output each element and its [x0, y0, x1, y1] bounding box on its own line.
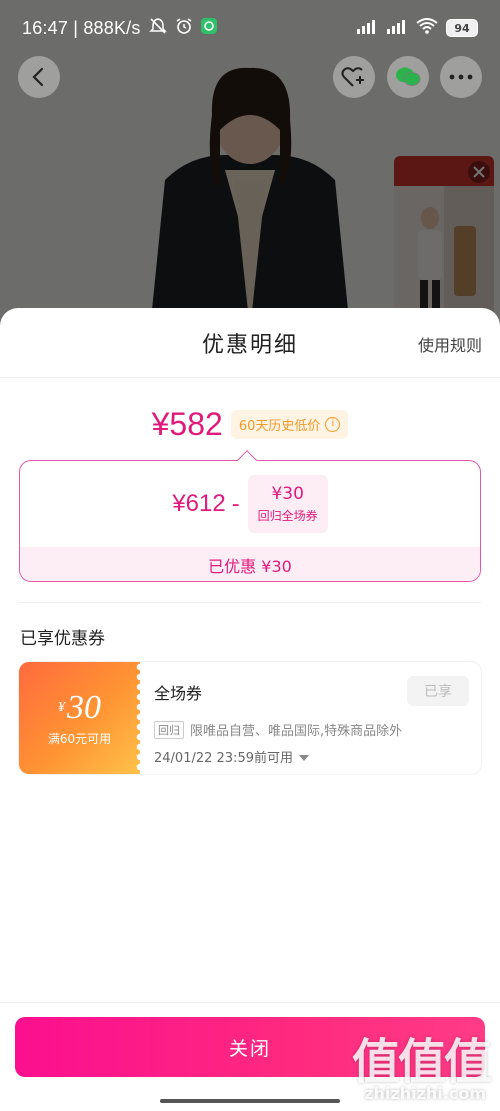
divider: [19, 602, 481, 603]
coupon-currency: ¥: [58, 699, 65, 715]
discount-detail-sheet: 优惠明细 使用规则 ¥582 60天历史低价 i ¥612 - ¥30 回归全场…: [0, 308, 500, 1111]
heart-plus-icon: [341, 67, 364, 87]
home-indicator[interactable]: [160, 1099, 340, 1103]
watermark-logo: 值值值: [351, 1034, 492, 1090]
applied-coupons-title: 已享优惠券: [20, 629, 105, 649]
chevron-left-icon: [32, 67, 44, 87]
signal-icon-2: [386, 18, 408, 39]
coupon-tag: 回归: [154, 720, 184, 739]
coupon-status-button[interactable]: 已享: [407, 676, 469, 706]
coupon-expiry: 24/01/22 23:59前可用: [154, 751, 293, 766]
battery-icon: 94: [446, 19, 478, 37]
coupon-expiry-row[interactable]: 24/01/22 23:59前可用: [154, 747, 467, 766]
watermark-url: zhizhizhi.com: [364, 1084, 486, 1103]
final-price: ¥582: [151, 406, 223, 442]
minus-sign: -: [231, 491, 240, 517]
wechat-share-button[interactable]: [387, 56, 429, 98]
low-price-badge-label: 60天历史低价: [238, 419, 321, 434]
sheet-title: 优惠明细: [201, 332, 298, 358]
original-price: ¥612: [172, 490, 226, 517]
coupon-description: 限唯品自营、唯品国际,特殊商品除外: [190, 724, 403, 739]
coupon-value: ¥30: [58, 688, 101, 726]
coupon-deduction-label: 回归全场券: [257, 509, 318, 523]
low-price-badge[interactable]: 60天历史低价 i: [230, 410, 349, 439]
app-notification-icon: [200, 17, 217, 39]
wifi-icon: [416, 17, 438, 39]
coupon-description-row: 回归 限唯品自营、唯品国际,特殊商品除外: [154, 720, 467, 739]
final-price-row: ¥582 60天历史低价 i: [0, 406, 500, 443]
alarm-icon: [175, 17, 193, 40]
coupon-deduction-chip: ¥30 回归全场券: [247, 475, 328, 533]
price-calculation-box: ¥612 - ¥30 回归全场券 已优惠 ¥30: [19, 460, 481, 582]
coupon-deduction-amount: ¥30: [271, 484, 304, 504]
coupon-condition: 满60元可用: [47, 731, 112, 746]
back-button[interactable]: [18, 56, 60, 98]
more-button[interactable]: [440, 56, 482, 98]
favorite-button[interactable]: [333, 56, 375, 98]
info-icon: i: [325, 417, 341, 432]
discount-summary: 已优惠 ¥30: [20, 547, 480, 581]
chevron-down-icon: [298, 754, 309, 761]
more-dots-icon: [449, 74, 473, 80]
coupon-info: 全场券 已享 回归 限唯品自营、唯品国际,特殊商品除外 24/01/22 23:…: [140, 662, 481, 774]
status-bar: 16:47 | 888K/s 94: [0, 0, 500, 56]
mute-icon: [148, 17, 167, 40]
wechat-icon: [396, 67, 421, 86]
coupon-value-number: 30: [67, 688, 101, 726]
price-calculation-row: ¥612 - ¥30 回归全场券: [20, 461, 480, 547]
sheet-header: 优惠明细 使用规则: [0, 308, 500, 378]
coupon-card[interactable]: ¥30 满60元可用 全场券 已享 回归 限唯品自营、唯品国际,特殊商品除外 2…: [19, 662, 481, 774]
signal-icon: [356, 18, 378, 39]
coupon-value-panel: ¥30 满60元可用: [19, 662, 145, 774]
usage-rules-link[interactable]: 使用规则: [418, 332, 482, 356]
status-time: 16:47 | 888K/s: [22, 17, 141, 38]
